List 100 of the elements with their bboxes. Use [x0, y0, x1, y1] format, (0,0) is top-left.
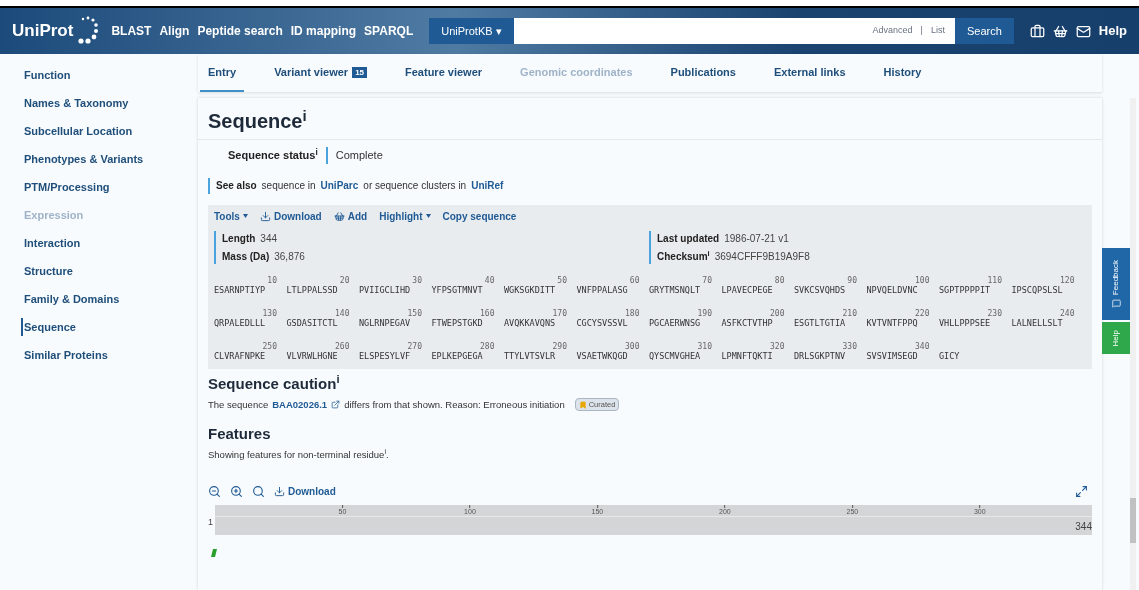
sidebar-item[interactable]: Interaction	[24, 234, 198, 252]
nav-link[interactable]: Peptide search	[197, 22, 283, 40]
search-option-link[interactable]: List	[928, 24, 947, 38]
sidebar-item[interactable]: Function	[24, 66, 198, 84]
sidebar-item[interactable]: Similar Proteins	[24, 346, 198, 364]
sequence-text: LALNELLSLT	[1011, 317, 1063, 328]
status-value: Complete	[325, 147, 383, 164]
sequence-text: VLVRWLHGNE	[286, 350, 338, 361]
position-number: 110	[987, 275, 1002, 285]
sequence-text: ESGTLTGTIA	[794, 317, 846, 328]
tab[interactable]: Entry	[200, 54, 245, 92]
position-number: 160	[480, 308, 495, 318]
position-number: 150	[407, 308, 422, 318]
position-number: 210	[842, 308, 857, 318]
help-link[interactable]: Help	[1098, 21, 1127, 41]
position-number: 220	[915, 308, 930, 318]
fact-label: Mass (Da)	[222, 249, 270, 264]
toolbar-button[interactable]: Highlight	[379, 208, 431, 224]
sequence-text: VNFPPALASG	[576, 284, 628, 295]
position-number: 20	[339, 275, 350, 285]
feature-mark[interactable]	[211, 549, 217, 557]
sequence-text: SVSVIMSEGD	[866, 350, 918, 361]
tab[interactable]: External links	[765, 54, 854, 92]
position-number: 190	[697, 308, 712, 318]
position-number: 140	[335, 308, 350, 318]
sequence-text: ASFKCTVTHP	[721, 317, 773, 328]
position-number: 330	[842, 341, 857, 351]
logo-dots-icon	[77, 16, 100, 46]
sidebar-item[interactable]: Subcellular Location	[24, 122, 198, 140]
nav-link[interactable]: BLAST	[111, 22, 152, 40]
nav-link[interactable]: ID mapping	[290, 22, 357, 40]
search-option-link[interactable]: Advanced	[870, 24, 915, 38]
sequence-text: EPLKEPGEGA	[431, 350, 483, 361]
toolbar-button[interactable]: Copy sequence	[442, 208, 517, 224]
external-link-icon	[331, 400, 341, 410]
sequence-text: YFPSGTMNVT	[431, 284, 483, 295]
nav-link[interactable]: SPARQL	[364, 22, 414, 40]
scrollbar[interactable]	[1130, 98, 1136, 590]
sequence-text: LPMNFTQKTI	[721, 350, 773, 361]
position-number: 340	[915, 341, 930, 351]
database-dropdown[interactable]: UniProtKB ▾	[429, 18, 514, 44]
toolbar-button[interactable]: Tools	[214, 208, 248, 224]
position-number: 230	[987, 308, 1002, 318]
sequence-text: VHLLPPPSEE	[939, 317, 991, 328]
sequence-text: KVTVNTFPPQ	[866, 317, 918, 328]
nav-link[interactable]: Align	[159, 22, 190, 40]
toolbar-button[interactable]: Add	[333, 208, 368, 224]
position-number: 60	[629, 275, 640, 285]
search-option-link[interactable]: |	[918, 24, 925, 38]
basket-icon[interactable]	[1052, 23, 1068, 39]
fact-value: 36,876	[274, 249, 305, 264]
see-also-text: or sequence clusters in	[363, 179, 467, 193]
sidebar-item[interactable]: PTM/Processing	[24, 178, 198, 196]
fact-label: Length	[222, 231, 256, 246]
sequence-text: AVQKKAVQNS	[504, 317, 556, 328]
sidebar-item[interactable]: Family & Domains	[24, 290, 198, 308]
zoom-in-icon[interactable]	[230, 485, 243, 498]
logo[interactable]: UniProt	[12, 18, 74, 44]
tab[interactable]: Variant viewer 15	[266, 54, 376, 92]
zoom-out-icon[interactable]	[208, 485, 221, 498]
fact-label: Last updated	[657, 231, 720, 246]
position-number: 90	[847, 275, 857, 285]
sequence-text: CLVRAFNPKE	[214, 350, 266, 361]
search-button[interactable]: Search	[954, 18, 1014, 44]
download-icon	[274, 486, 285, 497]
search-field[interactable]: Advanced | List	[513, 18, 955, 44]
download-button[interactable]: Download	[274, 484, 336, 499]
position-number: 30	[412, 275, 422, 285]
see-also-text: sequence in	[261, 179, 316, 193]
features-note: Showing features for non-terminal residue$^{i}$.	[208, 448, 389, 460]
position-number: 280	[480, 341, 495, 351]
fullscreen-icon[interactable]	[1075, 485, 1088, 498]
toolbox-icon[interactable]	[1029, 23, 1045, 39]
database-link[interactable]: UniRef	[471, 178, 504, 193]
sequence-text: VSAETWKQGD	[576, 350, 628, 361]
position-number: 200	[770, 308, 785, 318]
side-tab[interactable]: Feedback	[1102, 248, 1130, 320]
tab[interactable]: History	[875, 54, 930, 92]
position-number: 270	[407, 341, 422, 351]
tab[interactable]: Publications	[662, 54, 744, 92]
toolbar-button[interactable]: Download	[259, 208, 322, 224]
sidebar-item[interactable]: Names & Taxonomy	[24, 94, 198, 112]
section-title: Sequence$^{i}$	[208, 110, 307, 132]
sequence-link[interactable]: BAA02026.1	[272, 397, 328, 412]
sidebar-item[interactable]: Phenotypes & Variants	[24, 150, 198, 168]
position-number: 250	[262, 341, 277, 351]
section-title: Sequence caution$^{i}$	[208, 374, 340, 392]
sequence-text: PVIIGCLIHD	[359, 284, 411, 295]
feedback-icon	[1111, 299, 1121, 309]
fact-value: 1986-07-21 v1	[724, 231, 789, 246]
database-link[interactable]: UniParc	[320, 178, 359, 193]
sequence-text: WGKSGKDITT	[504, 284, 556, 295]
position-number: 80	[774, 275, 785, 285]
tab[interactable]: Feature viewer	[397, 54, 491, 92]
position-number: 310	[697, 341, 712, 351]
sequence-text: LPAVECPEGE	[721, 284, 773, 295]
sidebar-item[interactable]: Structure	[24, 262, 198, 280]
sequence-text: QRPALEDLLL	[214, 317, 266, 328]
sequence-text: ESARNPTIYP	[214, 284, 266, 295]
mail-icon[interactable]	[1075, 23, 1091, 39]
